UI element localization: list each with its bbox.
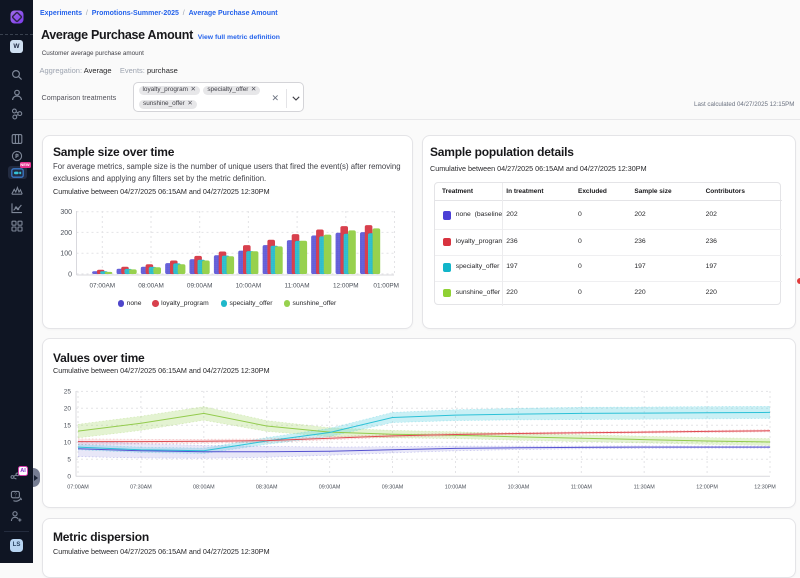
svg-text:?: ? — [14, 492, 17, 498]
